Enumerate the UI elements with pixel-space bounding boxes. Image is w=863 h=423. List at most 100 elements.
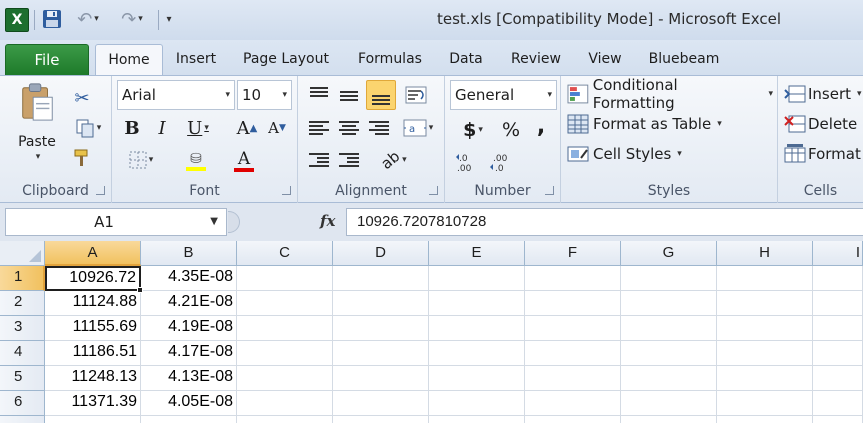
paste-button[interactable]: Paste ▾	[12, 82, 62, 162]
cell[interactable]	[45, 416, 141, 423]
cell[interactable]	[237, 341, 333, 366]
column-header-c[interactable]: C	[237, 241, 333, 266]
fill-color-button[interactable]: ⛁	[174, 148, 218, 174]
format-as-table-button[interactable]: Format as Table ▾	[567, 111, 773, 137]
row-header[interactable]: 4	[0, 341, 45, 366]
cell[interactable]	[717, 266, 813, 291]
cell[interactable]	[429, 291, 525, 316]
cell[interactable]	[333, 266, 429, 291]
tab-view[interactable]: View	[582, 44, 628, 75]
cell[interactable]	[429, 266, 525, 291]
column-header-g[interactable]: G	[621, 241, 717, 266]
font-size-select[interactable]: 10 ▾	[237, 80, 292, 110]
cell[interactable]	[333, 391, 429, 416]
format-cells-button[interactable]: Format	[784, 141, 863, 167]
dialog-launcher-icon[interactable]	[282, 186, 291, 195]
cell[interactable]	[813, 416, 863, 423]
cell[interactable]	[429, 391, 525, 416]
cell[interactable]	[813, 341, 863, 366]
cell[interactable]	[525, 416, 621, 423]
column-header-d[interactable]: D	[333, 241, 429, 266]
formula-bar-resize-handle[interactable]	[228, 211, 240, 233]
cut-button[interactable]: ✂	[70, 86, 94, 110]
cell[interactable]	[237, 366, 333, 391]
cell[interactable]	[237, 291, 333, 316]
cell[interactable]	[333, 291, 429, 316]
select-all-button[interactable]	[0, 241, 45, 266]
formula-input[interactable]: 10926.7207810728	[346, 208, 863, 236]
cell[interactable]	[525, 341, 621, 366]
cell[interactable]	[813, 266, 863, 291]
percent-button[interactable]: %	[499, 118, 523, 142]
align-right-button[interactable]	[366, 116, 392, 140]
cell[interactable]	[237, 391, 333, 416]
dialog-launcher-icon[interactable]	[545, 186, 554, 195]
increase-decimal-button[interactable]: .0.00	[453, 150, 483, 174]
font-color-button[interactable]: A	[222, 148, 266, 174]
align-middle-button[interactable]	[336, 82, 362, 108]
format-painter-button[interactable]	[70, 146, 94, 170]
cell[interactable]	[717, 341, 813, 366]
currency-button[interactable]: $ ▾	[453, 118, 493, 142]
column-header-a[interactable]: A	[45, 241, 141, 266]
column-header-i[interactable]: I	[813, 241, 863, 266]
cell[interactable]	[525, 266, 621, 291]
cell[interactable]	[333, 341, 429, 366]
cell[interactable]: 4.17E-08	[141, 341, 237, 366]
tab-home[interactable]: Home	[95, 44, 163, 76]
increase-indent-button[interactable]	[336, 148, 362, 172]
merge-center-button[interactable]: a ▾	[398, 116, 438, 140]
column-header-f[interactable]: F	[525, 241, 621, 266]
grow-font-button[interactable]: A ▲	[234, 116, 260, 140]
font-name-select[interactable]: Arial ▾	[117, 80, 235, 110]
cell[interactable]	[717, 416, 813, 423]
cell[interactable]	[813, 366, 863, 391]
cell[interactable]	[717, 366, 813, 391]
cell[interactable]: 11248.13	[45, 366, 141, 391]
cell-styles-button[interactable]: Cell Styles ▾	[567, 141, 773, 167]
tab-data[interactable]: Data	[442, 44, 490, 75]
column-header-b[interactable]: B	[141, 241, 237, 266]
row-header[interactable]: 6	[0, 391, 45, 416]
selected-cell[interactable]: 10926.72	[45, 266, 141, 291]
decrease-decimal-button[interactable]: .00.0	[487, 150, 517, 174]
cell[interactable]: 11186.51	[45, 341, 141, 366]
cell[interactable]	[717, 391, 813, 416]
dialog-launcher-icon[interactable]	[96, 186, 105, 195]
row-header[interactable]: 3	[0, 316, 45, 341]
conditional-formatting-button[interactable]: Conditional Formatting ▾	[567, 76, 773, 112]
cell[interactable]	[621, 266, 717, 291]
row-header[interactable]: 2	[0, 291, 45, 316]
cell[interactable]	[621, 291, 717, 316]
wrap-text-button[interactable]	[400, 82, 432, 108]
underline-button[interactable]: U ▾	[178, 116, 218, 140]
cell[interactable]	[429, 316, 525, 341]
row-header[interactable]	[0, 416, 45, 423]
cell[interactable]	[237, 416, 333, 423]
cell[interactable]	[429, 366, 525, 391]
fill-handle[interactable]	[137, 287, 143, 293]
cell[interactable]	[813, 391, 863, 416]
orientation-button[interactable]: ab ▾	[374, 147, 414, 173]
cell[interactable]	[141, 416, 237, 423]
cell[interactable]	[333, 366, 429, 391]
cell[interactable]	[813, 316, 863, 341]
cell[interactable]	[429, 416, 525, 423]
tab-insert[interactable]: Insert	[170, 44, 222, 75]
tab-file[interactable]: File	[5, 44, 89, 75]
cell[interactable]	[621, 416, 717, 423]
cell[interactable]	[621, 366, 717, 391]
decrease-indent-button[interactable]	[306, 148, 332, 172]
chevron-down-icon[interactable]: ▼	[210, 216, 218, 227]
cell[interactable]: 4.21E-08	[141, 291, 237, 316]
cell[interactable]	[333, 316, 429, 341]
copy-button[interactable]: ▾	[68, 116, 108, 140]
cell[interactable]	[813, 291, 863, 316]
cell[interactable]: 11371.39	[45, 391, 141, 416]
insert-function-icon[interactable]: fx	[320, 212, 335, 230]
cell[interactable]	[621, 391, 717, 416]
bold-button[interactable]: B	[120, 116, 144, 140]
cell[interactable]: 11124.88	[45, 291, 141, 316]
cell[interactable]	[237, 266, 333, 291]
cell[interactable]	[525, 291, 621, 316]
